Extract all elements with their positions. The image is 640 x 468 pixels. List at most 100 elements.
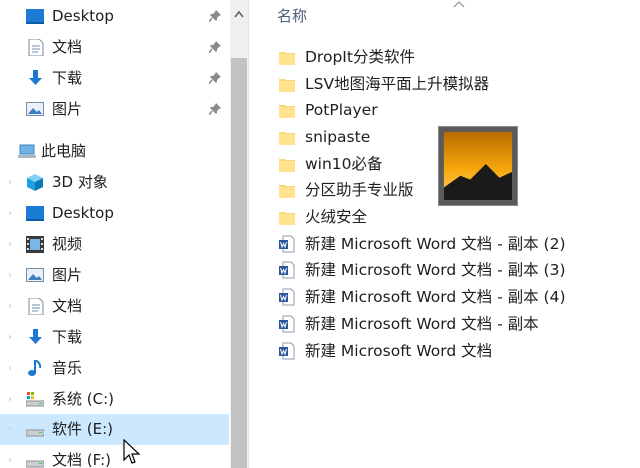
download-icon <box>29 70 42 85</box>
file-name: snipaste <box>305 128 371 146</box>
nav-item-label: 此电脑 <box>41 142 87 160</box>
nav-item-this-pc[interactable]: 此电脑 <box>0 136 229 167</box>
music-icon <box>28 360 42 376</box>
file-name: 新建 Microsoft Word 文档 <box>305 342 493 360</box>
pin-icon[interactable] <box>209 41 221 53</box>
chevron-right-icon[interactable]: › <box>5 414 15 445</box>
system-drive-icon <box>26 392 44 407</box>
drive-icon <box>26 429 44 437</box>
pin-icon[interactable] <box>209 103 221 115</box>
nav-item-label: 音乐 <box>52 359 83 377</box>
desktop-icon <box>26 206 44 221</box>
document-icon <box>28 298 44 315</box>
file-row[interactable]: 火绒安全 <box>275 204 605 230</box>
file-name: win10必备 <box>305 155 383 173</box>
folder-icon <box>279 159 295 172</box>
3d-objects-icon <box>27 174 43 191</box>
nav-item-label: 文档 <box>52 38 83 56</box>
nav-item-label: 3D 对象 <box>52 173 108 191</box>
document-icon <box>28 39 44 56</box>
file-name: 火绒安全 <box>305 208 368 226</box>
chevron-right-icon[interactable]: › <box>5 291 15 322</box>
word-document-icon <box>279 288 295 306</box>
nav-item-label: 图片 <box>52 100 83 118</box>
nav-item-3d-objects[interactable]: › 3D 对象 <box>0 167 229 198</box>
file-name: 新建 Microsoft Word 文档 - 副本 (4) <box>305 288 566 306</box>
nav-item-label: Desktop <box>52 204 114 222</box>
file-row[interactable]: 新建 Microsoft Word 文档 - 副本 (3) <box>275 257 605 283</box>
nav-item-label: 下载 <box>52 328 83 346</box>
file-name: 新建 Microsoft Word 文档 - 副本 (2) <box>305 235 566 253</box>
nav-item-documents-f[interactable]: › 文档 (F:) <box>0 445 229 468</box>
nav-item-desktop-quick[interactable]: Desktop <box>0 1 229 32</box>
nav-scrollbar[interactable] <box>230 0 248 468</box>
nav-item-pictures[interactable]: › 图片 <box>0 260 229 291</box>
folder-icon <box>279 185 295 198</box>
folder-icon <box>279 105 295 118</box>
file-list: 名称 DropIt分类软件 LSV地图海平面上升模拟器 PotPlayer sn… <box>249 0 640 468</box>
chevron-right-icon[interactable]: › <box>5 229 15 260</box>
file-name: DropIt分类软件 <box>305 48 415 66</box>
navigation-pane: Desktop 文档 下载 图片 此电脑 › 3D 对象 › Desktop ›… <box>0 0 230 468</box>
chevron-right-icon[interactable]: › <box>5 353 15 384</box>
nav-item-pictures-quick[interactable]: 图片 <box>0 94 229 125</box>
file-name: LSV地图海平面上升模拟器 <box>305 75 490 93</box>
pin-icon[interactable] <box>209 72 221 84</box>
videos-icon <box>26 236 44 253</box>
column-header-name[interactable]: 名称 <box>277 5 307 26</box>
file-row[interactable]: 新建 Microsoft Word 文档 <box>275 338 605 364</box>
file-row[interactable]: 新建 Microsoft Word 文档 - 副本 (2) <box>275 231 605 257</box>
scroll-up-arrow-icon[interactable] <box>230 0 248 30</box>
nav-item-documents[interactable]: › 文档 <box>0 291 229 322</box>
file-row[interactable]: DropIt分类软件 <box>275 44 605 70</box>
word-document-icon <box>279 235 295 253</box>
drag-thumbnail-image <box>438 126 518 206</box>
mouse-cursor-icon <box>123 438 141 464</box>
chevron-right-icon[interactable]: › <box>5 445 15 468</box>
sort-ascending-icon <box>453 1 465 8</box>
scroll-thumb[interactable] <box>231 58 247 468</box>
nav-item-label: 软件 (E:) <box>52 420 114 438</box>
chevron-right-icon[interactable]: › <box>5 260 15 291</box>
chevron-right-icon[interactable]: › <box>5 384 15 415</box>
nav-item-documents-quick[interactable]: 文档 <box>0 32 229 63</box>
file-row[interactable]: LSV地图海平面上升模拟器 <box>275 71 605 97</box>
nav-item-label: 文档 <box>52 297 83 315</box>
file-name: 分区助手专业版 <box>305 181 414 199</box>
nav-item-label: Desktop <box>52 7 114 25</box>
nav-item-label: 图片 <box>52 266 83 284</box>
folder-icon <box>279 79 295 92</box>
chevron-right-icon[interactable]: › <box>5 322 15 353</box>
desktop-icon <box>26 9 44 24</box>
nav-item-downloads-quick[interactable]: 下载 <box>0 63 229 94</box>
this-pc-icon <box>18 144 36 158</box>
nav-item-label: 系统 (C:) <box>52 390 114 408</box>
folder-icon <box>279 52 295 65</box>
nav-item-label: 视频 <box>52 235 83 253</box>
nav-item-downloads[interactable]: › 下载 <box>0 322 229 353</box>
pin-icon[interactable] <box>209 10 221 22</box>
word-document-icon <box>279 342 295 360</box>
word-document-icon <box>279 261 295 279</box>
nav-item-music[interactable]: › 音乐 <box>0 353 229 384</box>
folder-icon <box>279 132 295 145</box>
pictures-icon <box>26 102 44 116</box>
chevron-right-icon[interactable]: › <box>5 198 15 229</box>
drive-icon <box>26 460 44 468</box>
nav-item-system-c[interactable]: › 系统 (C:) <box>0 384 229 415</box>
pictures-icon <box>26 268 44 282</box>
file-row[interactable]: 新建 Microsoft Word 文档 - 副本 <box>275 311 605 337</box>
download-icon <box>29 329 42 344</box>
nav-item-label: 下载 <box>52 69 83 87</box>
nav-item-desktop[interactable]: › Desktop <box>0 198 229 229</box>
nav-item-label: 文档 (F:) <box>52 451 111 468</box>
word-document-icon <box>279 315 295 333</box>
nav-item-software-e[interactable]: › 软件 (E:) <box>0 414 229 445</box>
chevron-right-icon[interactable]: › <box>5 167 15 198</box>
nav-item-videos[interactable]: › 视频 <box>0 229 229 260</box>
file-name: 新建 Microsoft Word 文档 - 副本 <box>305 315 539 333</box>
folder-icon <box>279 212 295 225</box>
file-row[interactable]: PotPlayer <box>275 97 605 123</box>
file-row[interactable]: 新建 Microsoft Word 文档 - 副本 (4) <box>275 284 605 310</box>
file-name: 新建 Microsoft Word 文档 - 副本 (3) <box>305 261 566 279</box>
